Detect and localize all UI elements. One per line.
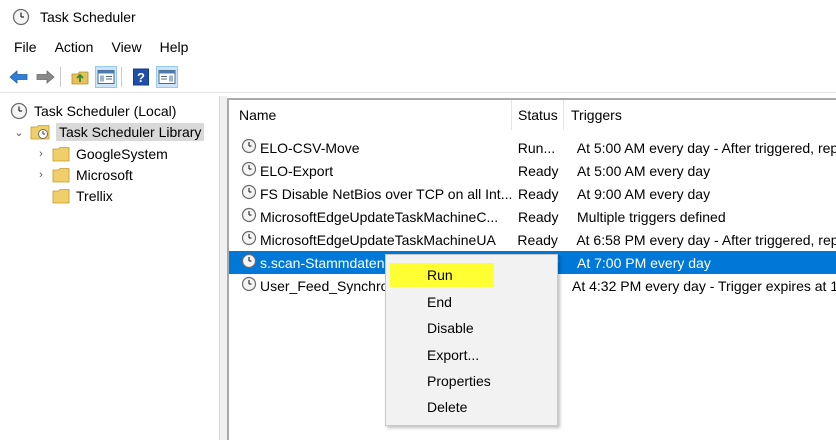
tree-label: Trellix <box>76 188 113 204</box>
task-status: Run... <box>517 139 556 156</box>
title-bar: Task Scheduler <box>0 0 836 34</box>
task-status: Ready <box>518 208 559 225</box>
column-header-label: Status <box>518 107 558 123</box>
chevron-right-icon[interactable]: › <box>34 169 48 181</box>
column-header-label: Name <box>239 107 277 123</box>
context-menu-end[interactable]: End <box>386 290 555 314</box>
task-row[interactable]: MicrosoftEdgeUpdateTaskMachineUA Ready At … <box>229 228 836 251</box>
task-row[interactable]: MicrosoftEdgeUpdateTaskMachineC... Ready M… <box>229 205 836 228</box>
task-name: ELO-Export <box>260 162 334 179</box>
menu-bar: File Action View Help <box>0 36 836 58</box>
tree-item-trellix[interactable]: Trellix <box>48 185 113 207</box>
task-trigger: At 4:32 PM every day - Trigger expires a… <box>572 277 836 294</box>
menu-item-label: Export... <box>427 347 480 363</box>
console-tree: Task Scheduler (Local) ⌄ Task Scheduler … <box>0 96 220 440</box>
tree-item-library[interactable]: ⌄ Task Scheduler Library <box>12 121 205 143</box>
task-name: MicrosoftEdgeUpdateTaskMachineUA <box>260 231 496 248</box>
menu-item-label: Properties <box>427 373 491 389</box>
task-status: Ready <box>518 185 559 202</box>
menu-view[interactable]: View <box>103 39 149 55</box>
tree-label: Microsoft <box>76 167 133 183</box>
back-button[interactable] <box>8 66 30 88</box>
help-icon: ? <box>133 68 149 86</box>
tree-item-googlesystem[interactable]: › GoogleSystem <box>34 143 168 165</box>
column-header-name[interactable]: Name <box>229 100 512 130</box>
tree-item-root[interactable]: Task Scheduler (Local) <box>6 100 176 122</box>
menu-file[interactable]: File <box>6 39 45 55</box>
task-name: FS Disable NetBios over TCP on all Int..… <box>260 185 512 202</box>
up-one-level-button[interactable] <box>69 66 91 88</box>
folder-icon <box>52 146 70 162</box>
column-header-triggers[interactable]: Triggers <box>564 100 836 130</box>
task-name: MicrosoftEdgeUpdateTaskMachineC... <box>260 208 499 225</box>
menu-item-label: Delete <box>427 399 468 415</box>
context-menu-export[interactable]: Export... <box>386 343 555 367</box>
chevron-right-icon[interactable]: › <box>34 148 48 160</box>
menu-help[interactable]: Help <box>152 39 197 55</box>
task-clock-icon <box>241 230 257 249</box>
task-clock-icon <box>241 161 257 180</box>
task-row[interactable]: FS Disable NetBios over TCP on all Int..… <box>229 182 836 205</box>
task-clock-icon <box>241 207 257 226</box>
folder-icon <box>52 188 70 204</box>
forward-arrow-icon <box>36 70 55 84</box>
menu-action[interactable]: Action <box>47 39 102 55</box>
help-button[interactable]: ? <box>130 66 152 88</box>
context-menu: Run End Disable Export... Properties Del… <box>385 254 558 426</box>
task-clock-icon <box>241 184 257 203</box>
task-row[interactable]: ELO-CSV-Move Run... At 5:00 AM every day -… <box>229 136 836 159</box>
tree-item-microsoft[interactable]: › Microsoft <box>34 164 133 186</box>
pane-splitter[interactable] <box>220 96 227 440</box>
clock-icon <box>12 8 30 26</box>
show-hide-action-pane-icon <box>158 70 176 84</box>
task-status: Ready <box>517 231 558 248</box>
chevron-down-icon[interactable]: ⌄ <box>12 126 26 139</box>
folder-clock-icon <box>30 123 50 141</box>
task-name-cell: MicrosoftEdgeUpdateTaskMachineUA <box>229 230 511 249</box>
task-name: ELO-CSV-Move <box>260 139 360 156</box>
task-clock-icon <box>241 138 257 157</box>
folder-icon <box>52 167 70 183</box>
task-name-cell: ELO-CSV-Move <box>229 138 512 157</box>
task-clock-icon <box>241 276 257 295</box>
clock-icon <box>10 102 28 120</box>
task-row[interactable]: ELO-Export Ready At 5:00 AM every day <box>229 159 836 182</box>
menu-item-label: Disable <box>427 320 474 336</box>
up-folder-icon <box>71 71 89 85</box>
context-menu-disable[interactable]: Disable <box>386 316 555 340</box>
task-status: Ready <box>518 162 559 179</box>
tree-label: Task Scheduler (Local) <box>34 103 177 119</box>
toolbar-separator <box>60 67 61 87</box>
task-name-cell: MicrosoftEdgeUpdateTaskMachineC... <box>229 207 512 226</box>
task-name-cell: FS Disable NetBios over TCP on all Int..… <box>229 184 512 203</box>
toolbar-separator <box>121 67 122 87</box>
column-header-row: Name Status Triggers <box>229 100 836 130</box>
column-header-status[interactable]: Status <box>512 100 564 130</box>
svg-text:?: ? <box>137 70 145 85</box>
task-name-cell: ELO-Export <box>229 161 512 180</box>
context-menu-delete[interactable]: Delete <box>386 395 555 419</box>
task-trigger: At 5:00 AM every day - After triggered, … <box>576 139 836 156</box>
context-menu-run[interactable]: Run <box>390 263 494 287</box>
menu-item-label: Run <box>427 267 453 283</box>
column-header-label: Triggers <box>571 107 622 123</box>
menu-item-label: End <box>427 294 452 310</box>
task-trigger: At 6:58 PM every day - After triggered, … <box>576 231 836 248</box>
tree-label: Task Scheduler Library <box>56 123 205 141</box>
window-title: Task Scheduler <box>40 9 136 25</box>
tree-label: GoogleSystem <box>76 146 168 162</box>
task-trigger: Multiple triggers defined <box>577 208 726 225</box>
toolbar: ? <box>0 62 836 93</box>
show-hide-console-tree-icon <box>97 70 115 84</box>
task-clock-icon <box>241 253 257 272</box>
show-hide-action-pane-button[interactable] <box>156 66 178 88</box>
task-trigger: At 7:00 PM every day <box>577 254 711 271</box>
task-trigger: At 5:00 AM every day <box>577 162 711 179</box>
forward-button[interactable] <box>34 66 56 88</box>
back-arrow-icon <box>9 70 28 84</box>
show-hide-console-tree-button[interactable] <box>95 66 117 88</box>
context-menu-properties[interactable]: Properties <box>386 369 555 393</box>
task-trigger: At 9:00 AM every day <box>577 185 711 202</box>
